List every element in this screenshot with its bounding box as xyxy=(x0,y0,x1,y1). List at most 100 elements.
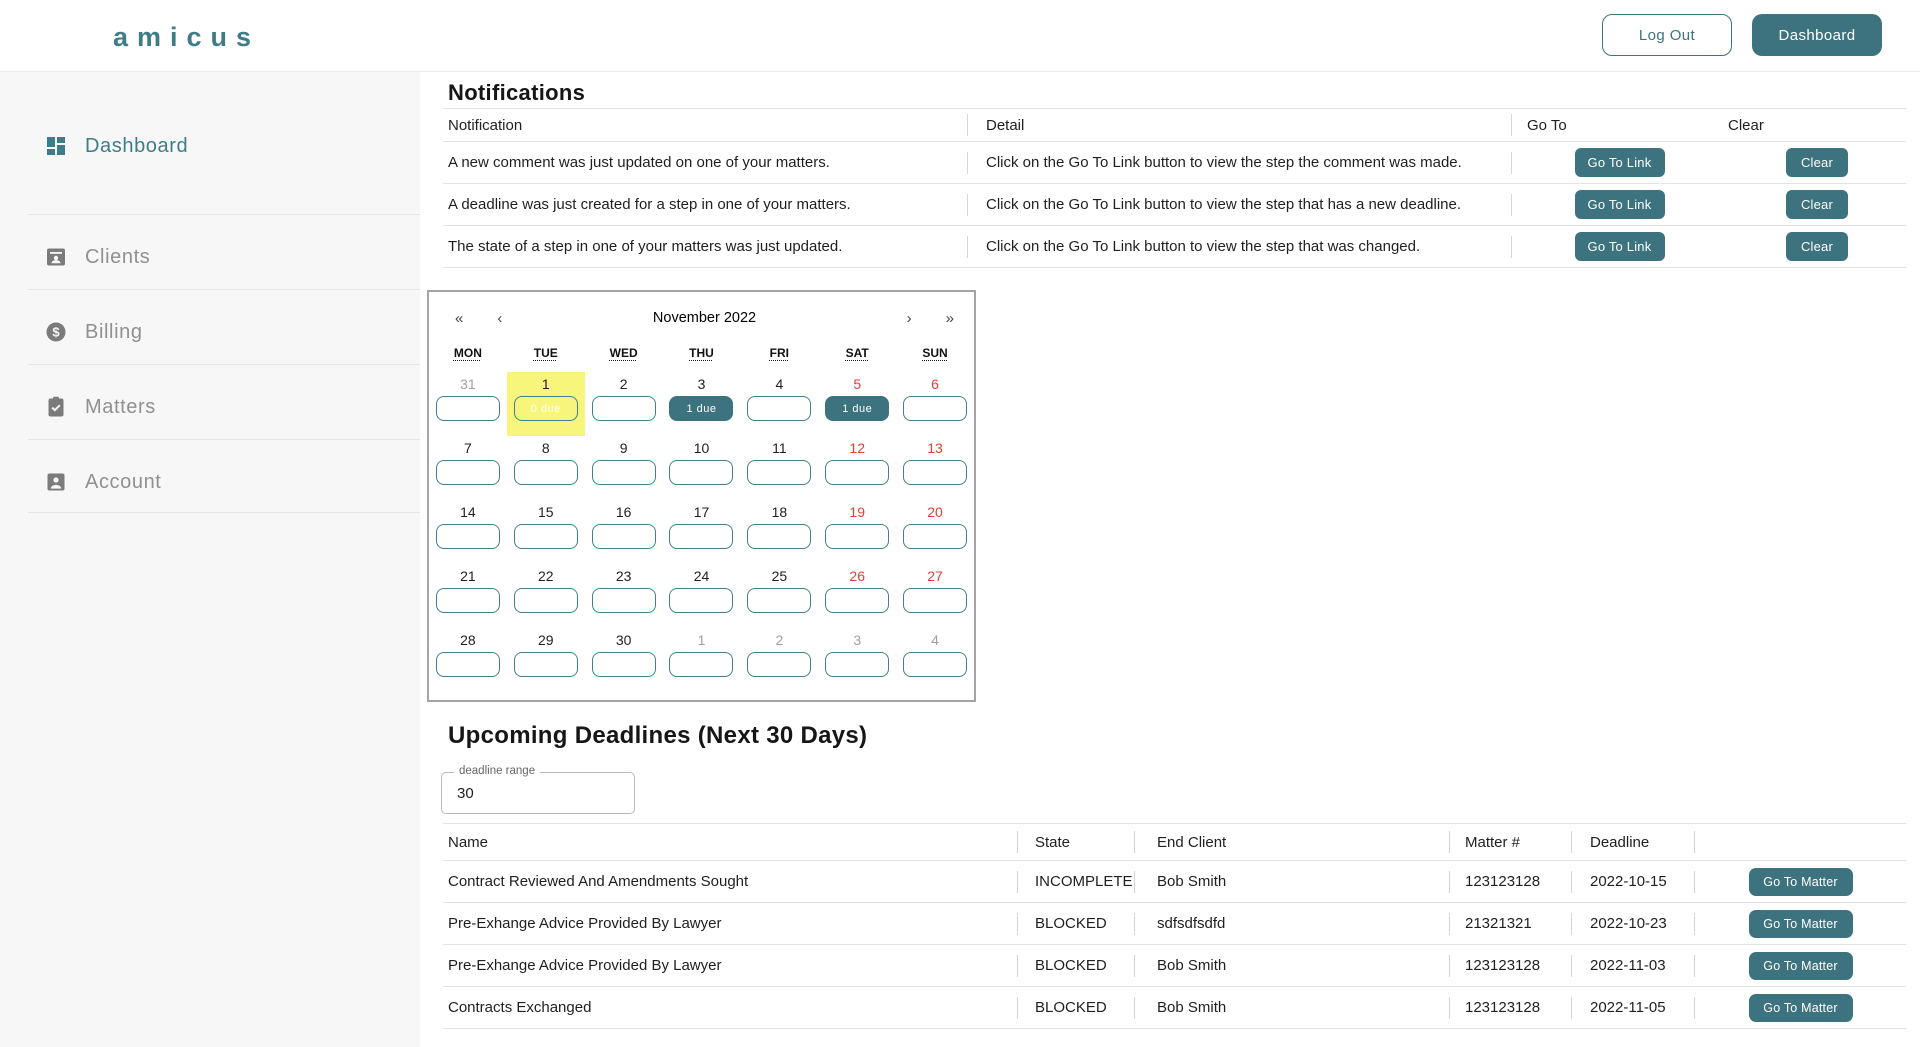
calendar-day-due-button[interactable] xyxy=(592,652,656,677)
calendar-day-due-button[interactable] xyxy=(825,524,889,549)
calendar-day-due-button[interactable] xyxy=(669,588,733,613)
calendar-day-cell[interactable]: 31 xyxy=(429,372,507,436)
clear-notification-button[interactable]: Clear xyxy=(1786,148,1848,177)
calendar-day-due-button[interactable] xyxy=(903,588,967,613)
calendar-day-cell[interactable]: 21 xyxy=(429,564,507,628)
calendar-day-number: 15 xyxy=(507,503,585,521)
calendar-day-due-button[interactable] xyxy=(903,524,967,549)
calendar-day-cell[interactable]: 23 xyxy=(585,564,663,628)
calendar-day-due-button[interactable] xyxy=(514,652,578,677)
go-to-matter-button[interactable]: Go To Matter xyxy=(1749,910,1853,938)
go-to-matter-button[interactable]: Go To Matter xyxy=(1749,868,1853,896)
calendar-day-due-button[interactable] xyxy=(669,460,733,485)
calendar-day-cell[interactable]: 8 xyxy=(507,436,585,500)
calendar-day-cell[interactable]: 3 xyxy=(818,628,896,692)
calendar-day-cell[interactable]: 4 xyxy=(740,372,818,436)
calendar-day-cell[interactable]: 27 xyxy=(896,564,974,628)
calendar-day-cell[interactable]: 15 xyxy=(507,500,585,564)
calendar-day-cell[interactable]: 6 xyxy=(896,372,974,436)
calendar-day-due-button[interactable] xyxy=(669,652,733,677)
calendar-day-cell[interactable]: 10 xyxy=(663,436,741,500)
calendar-day-cell[interactable]: 11 xyxy=(740,436,818,500)
clear-notification-button[interactable]: Clear xyxy=(1786,232,1848,261)
calendar-day-cell[interactable]: 2 xyxy=(585,372,663,436)
calendar-day-cell[interactable]: 2 xyxy=(740,628,818,692)
calendar-month-label: November 2022 xyxy=(508,310,900,326)
calendar-day-cell[interactable]: 10 due xyxy=(507,372,585,436)
calendar-next-month-button[interactable]: › xyxy=(901,308,918,329)
go-to-link-button[interactable]: Go To Link xyxy=(1575,148,1665,177)
calendar-day-cell[interactable]: 19 xyxy=(818,500,896,564)
go-to-matter-button[interactable]: Go To Matter xyxy=(1749,994,1853,1022)
calendar-day-cell[interactable]: 7 xyxy=(429,436,507,500)
calendar-day-due-button[interactable] xyxy=(825,652,889,677)
clear-notification-button[interactable]: Clear xyxy=(1786,190,1848,219)
calendar-day-due-button[interactable]: 1 due xyxy=(825,396,889,421)
deadline-date: 2022-10-15 xyxy=(1572,861,1695,902)
calendar-day-cell[interactable]: 20 xyxy=(896,500,974,564)
calendar-day-cell[interactable]: 12 xyxy=(818,436,896,500)
calendar-day-cell[interactable]: 26 xyxy=(818,564,896,628)
calendar-day-cell[interactable]: 1 xyxy=(663,628,741,692)
calendar-day-cell[interactable]: 51 due xyxy=(818,372,896,436)
calendar-day-due-button[interactable] xyxy=(825,588,889,613)
calendar-day-due-button[interactable] xyxy=(825,460,889,485)
deadline-row: Contracts Exchanged BLOCKED Bob Smith 12… xyxy=(443,987,1906,1029)
calendar-day-cell[interactable]: 28 xyxy=(429,628,507,692)
sidebar-item-billing[interactable]: $ Billing xyxy=(0,295,420,369)
calendar-day-due-button[interactable] xyxy=(436,588,500,613)
calendar-day-cell[interactable]: 22 xyxy=(507,564,585,628)
calendar-day-due-button[interactable] xyxy=(747,524,811,549)
calendar-day-cell[interactable]: 17 xyxy=(663,500,741,564)
calendar-day-due-button[interactable] xyxy=(747,652,811,677)
deadline-client: Bob Smith xyxy=(1135,945,1450,986)
sidebar-item-account[interactable]: Account xyxy=(0,445,420,519)
calendar-prev-year-button[interactable]: « xyxy=(449,308,469,329)
logout-button[interactable]: Log Out xyxy=(1602,14,1732,56)
calendar-day-cell[interactable]: 24 xyxy=(663,564,741,628)
calendar-next-year-button[interactable]: » xyxy=(940,308,960,329)
calendar-day-due-button[interactable] xyxy=(514,524,578,549)
calendar-day-cell[interactable]: 29 xyxy=(507,628,585,692)
calendar-day-due-button[interactable] xyxy=(747,396,811,421)
calendar-day-due-button[interactable] xyxy=(592,524,656,549)
calendar-day-cell[interactable]: 13 xyxy=(896,436,974,500)
calendar-day-due-button[interactable] xyxy=(514,588,578,613)
calendar-day-cell[interactable]: 18 xyxy=(740,500,818,564)
calendar-day-due-button[interactable] xyxy=(436,652,500,677)
calendar-day-due-button[interactable] xyxy=(669,524,733,549)
dashboard-button[interactable]: Dashboard xyxy=(1752,14,1882,56)
calendar-day-due-button[interactable] xyxy=(436,460,500,485)
go-to-link-button[interactable]: Go To Link xyxy=(1575,232,1665,261)
calendar-prev-month-button[interactable]: ‹ xyxy=(491,308,508,329)
calendar-day-due-button[interactable] xyxy=(592,460,656,485)
calendar-day-due-button[interactable]: 1 due xyxy=(669,396,733,421)
calendar-day-due-button[interactable] xyxy=(436,524,500,549)
top-header: amicus Log Out Dashboard xyxy=(0,0,1920,72)
calendar-day-due-button[interactable] xyxy=(903,460,967,485)
calendar-day-due-button[interactable] xyxy=(436,396,500,421)
calendar-day-due-button[interactable] xyxy=(903,396,967,421)
go-to-matter-button[interactable]: Go To Matter xyxy=(1749,952,1853,980)
deadline-range-input[interactable] xyxy=(442,773,634,813)
sidebar-item-matters[interactable]: Matters xyxy=(0,370,420,444)
calendar-day-due-button[interactable] xyxy=(514,460,578,485)
calendar-day-due-button[interactable] xyxy=(592,588,656,613)
calendar-day-cell[interactable]: 16 xyxy=(585,500,663,564)
sidebar-item-dashboard[interactable]: Dashboard xyxy=(0,109,420,183)
calendar-day-cell[interactable]: 9 xyxy=(585,436,663,500)
calendar-day-cell[interactable]: 14 xyxy=(429,500,507,564)
calendar-day-cell[interactable]: 25 xyxy=(740,564,818,628)
calendar-day-cell[interactable]: 30 xyxy=(585,628,663,692)
sidebar-item-clients[interactable]: Clients xyxy=(0,220,420,294)
calendar-day-cell[interactable]: 4 xyxy=(896,628,974,692)
deadline-range-label: deadline range xyxy=(454,765,540,777)
calendar-day-cell[interactable]: 31 due xyxy=(663,372,741,436)
calendar-day-due-button[interactable] xyxy=(903,652,967,677)
calendar-day-due-button[interactable] xyxy=(592,396,656,421)
calendar-day-due-button[interactable] xyxy=(747,588,811,613)
calendar-day-due-button[interactable]: 0 due xyxy=(514,396,578,421)
calendar-day-due-button[interactable] xyxy=(747,460,811,485)
go-to-link-button[interactable]: Go To Link xyxy=(1575,190,1665,219)
calendar-grid: 3110 due231 due451 due678910111213141516… xyxy=(429,372,974,692)
